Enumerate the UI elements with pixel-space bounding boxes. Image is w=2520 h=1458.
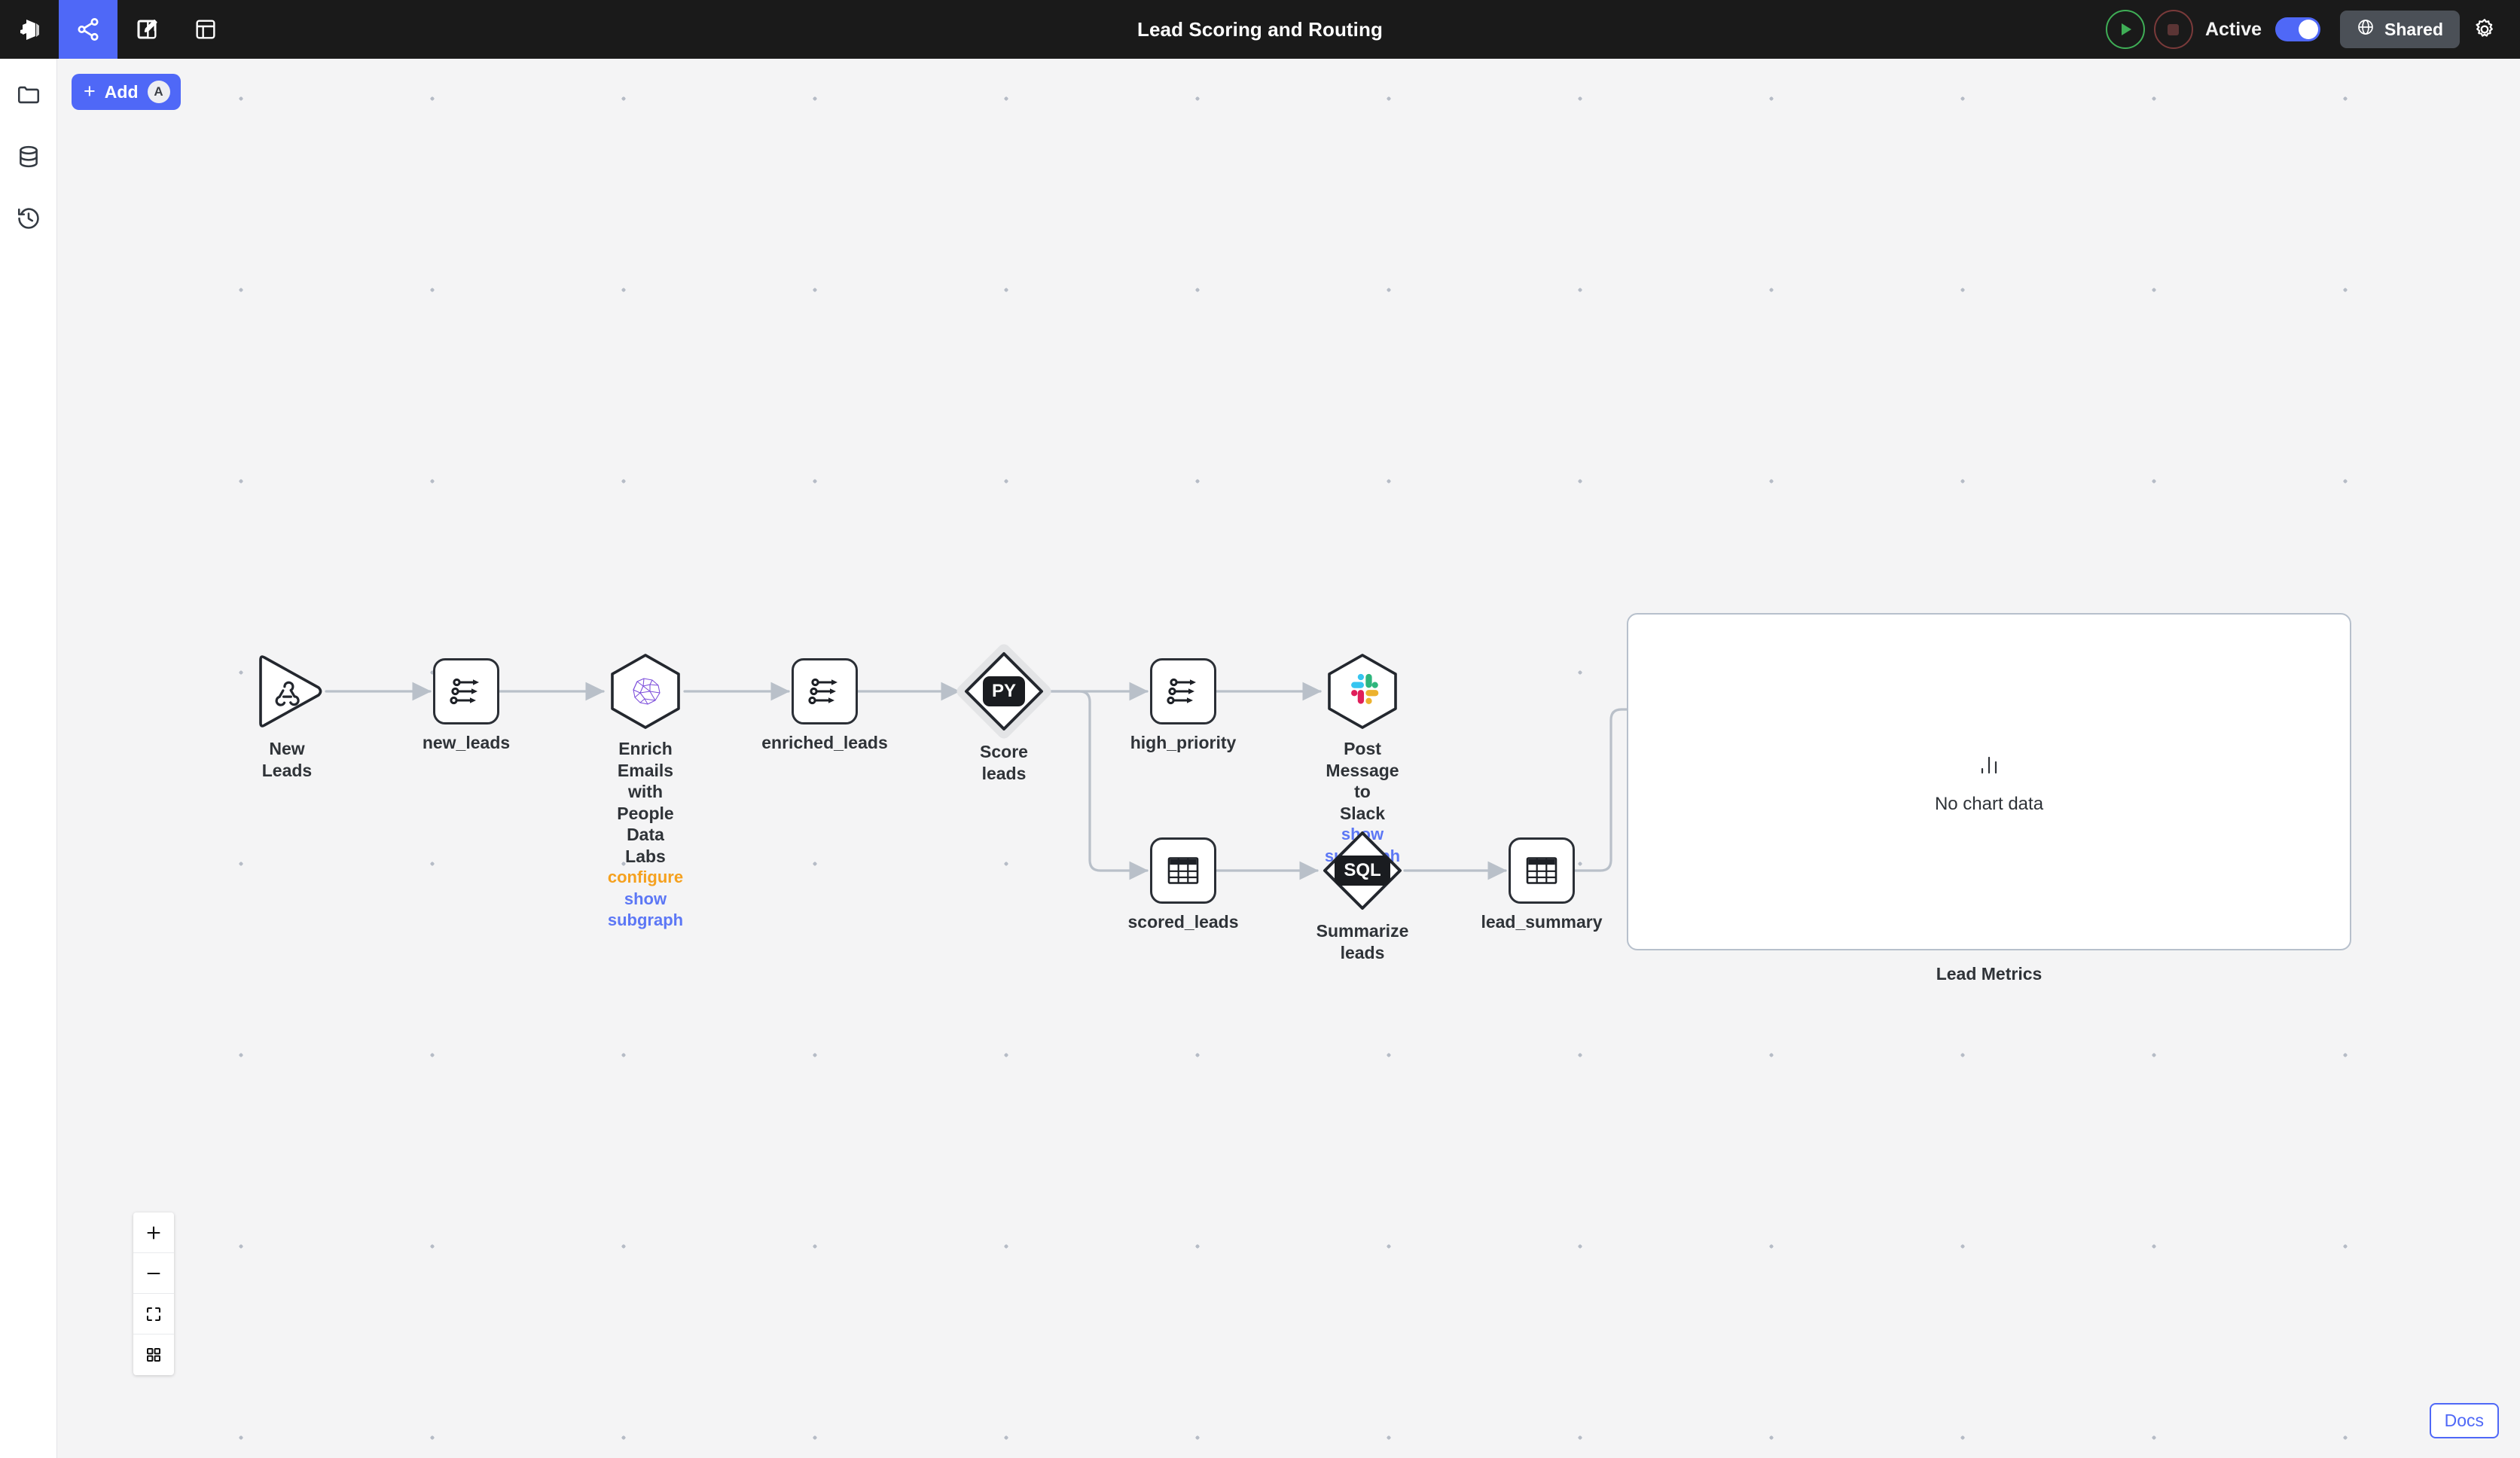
- bar-chart-icon: [1972, 749, 2006, 785]
- status-label: Active: [2205, 19, 2262, 41]
- gear-icon[interactable]: [2460, 0, 2509, 59]
- py-badge: PY: [983, 676, 1025, 707]
- node-label: Enrich Emails with People Data Labs: [606, 738, 685, 867]
- node-shape-box: [433, 658, 499, 724]
- graph-node-high_priority[interactable]: high_priority: [1150, 658, 1216, 754]
- node-label: high_priority: [1130, 732, 1237, 754]
- panel-layout-icon[interactable]: [176, 0, 235, 59]
- node-shape-trigger: [248, 652, 326, 731]
- graph-canvas[interactable]: + Add A New Leads: [58, 59, 2520, 1458]
- stream-icon: [807, 676, 842, 706]
- zoom-out-button[interactable]: [133, 1253, 174, 1294]
- zoom-controls: [133, 1212, 174, 1375]
- history-icon[interactable]: [8, 197, 50, 239]
- toggle-minimap-button[interactable]: [133, 1334, 174, 1375]
- sql-badge: SQL: [1335, 856, 1390, 886]
- node-shape-diamond: SQL: [1320, 828, 1405, 913]
- node-configure-link[interactable]: configure: [608, 867, 683, 889]
- node-shape-box: [1150, 837, 1216, 904]
- lead-metrics-panel[interactable]: No chart data: [1627, 613, 2351, 950]
- node-shape-hex: [1323, 652, 1402, 731]
- stream-icon: [1166, 676, 1201, 706]
- lead-metrics-caption: Lead Metrics: [1627, 964, 2351, 984]
- topbar-actions: Active Shared: [2101, 0, 2520, 59]
- top-bar: Lead Scoring and Routing Active Shared: [0, 0, 2520, 59]
- database-icon[interactable]: [8, 136, 50, 178]
- left-sidebar: [0, 59, 57, 1458]
- plus-icon: +: [84, 81, 96, 102]
- node-label: scored_leads: [1127, 911, 1238, 933]
- graph-edge: [1046, 691, 1147, 871]
- shared-button[interactable]: Shared: [2340, 11, 2460, 48]
- table-icon: [1167, 856, 1200, 886]
- node-label: New Leads: [248, 738, 326, 781]
- node-label: Post Message to Slack: [1323, 738, 1402, 824]
- active-toggle[interactable]: [2275, 17, 2320, 41]
- graph-node-scored_leads[interactable]: scored_leads: [1150, 837, 1216, 933]
- graph-node-summarize_leads[interactable]: SQLSummarize leads: [1320, 828, 1405, 963]
- run-button[interactable]: [2106, 10, 2145, 49]
- share-graph-icon[interactable]: [59, 0, 117, 59]
- graph-node-enrich_emails[interactable]: Enrich Emails with People Data Labsconfi…: [606, 652, 685, 932]
- docs-button[interactable]: Docs: [2430, 1403, 2499, 1438]
- node-shape-diamond: PY: [962, 649, 1046, 734]
- node-shape-box: [792, 658, 858, 724]
- node-shape-hex: [606, 652, 685, 731]
- webhook-icon: [270, 675, 304, 708]
- chart-empty-message: No chart data: [1935, 794, 2043, 815]
- slack-icon: [1343, 672, 1382, 711]
- node-label: lead_summary: [1481, 911, 1602, 933]
- graph-node-score_leads[interactable]: PY Score leads: [962, 649, 1046, 784]
- graph-node-new_leads[interactable]: new_leads: [433, 658, 499, 754]
- folder-icon[interactable]: [8, 74, 50, 116]
- add-node-button[interactable]: + Add A: [72, 74, 181, 110]
- table-icon: [1525, 856, 1558, 886]
- node-shape-box: [1509, 837, 1575, 904]
- edit-icon[interactable]: [117, 0, 176, 59]
- node-label: Score leads: [962, 741, 1046, 784]
- shared-button-label: Shared: [2384, 20, 2443, 40]
- zoom-in-button[interactable]: [133, 1212, 174, 1253]
- app-logo-icon[interactable]: [0, 0, 59, 59]
- globe-icon: [2357, 18, 2375, 41]
- node-label: new_leads: [423, 732, 510, 754]
- stop-button[interactable]: [2154, 10, 2193, 49]
- graph-node-lead_summary[interactable]: lead_summary: [1509, 837, 1575, 933]
- graph-node-new_leads_trigger[interactable]: New Leads: [248, 652, 326, 781]
- add-node-label: Add: [105, 82, 139, 102]
- node-label: enriched_leads: [761, 732, 887, 754]
- add-shortcut-badge: A: [148, 81, 170, 103]
- fit-view-button[interactable]: [133, 1294, 174, 1334]
- node-show-subgraph-link[interactable]: show subgraph: [606, 889, 685, 932]
- node-shape-box: [1150, 658, 1216, 724]
- stream-icon: [449, 676, 484, 706]
- brain-network-icon: [625, 673, 666, 709]
- graph-node-enriched_leads[interactable]: enriched_leads: [792, 658, 858, 754]
- node-label: Summarize leads: [1316, 920, 1409, 963]
